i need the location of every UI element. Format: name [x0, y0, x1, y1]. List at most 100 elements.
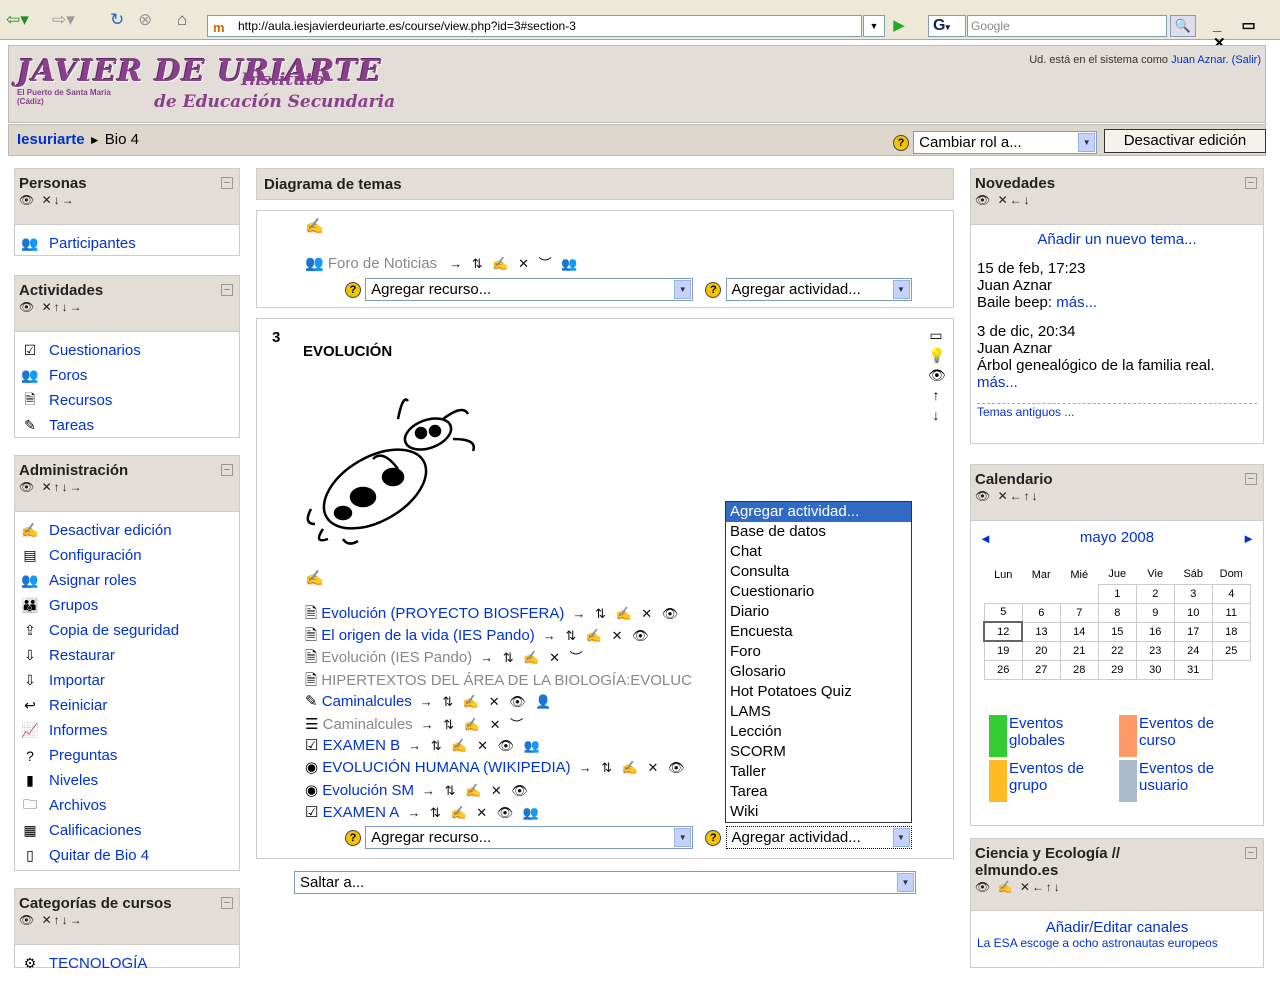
collapse-icon[interactable]: –	[1245, 177, 1257, 189]
dropdown-option[interactable]: Chat	[726, 542, 911, 562]
activity-link[interactable]: HIPERTEXTOS DEL ÁREA DE LA BIOLOGÍA:EVOL…	[321, 672, 692, 689]
collapse-icon[interactable]: –	[221, 177, 233, 189]
activity-link[interactable]: Evolución (IES Pando)	[321, 649, 472, 666]
block-item-label[interactable]: Niveles	[49, 772, 98, 789]
add-resource-select[interactable]: Agregar recurso... ▼	[365, 826, 694, 849]
block-item[interactable]: ✍ Desactivar edición	[19, 518, 235, 543]
calendar-day[interactable]: 3	[1173, 583, 1213, 604]
block-item-label[interactable]: Grupos	[49, 597, 98, 614]
next-month-icon[interactable]: ►	[1242, 531, 1255, 546]
block-item-label[interactable]: Desactivar edición	[49, 522, 172, 539]
block-item-label[interactable]: Reiniciar	[49, 697, 107, 714]
edit-summary-icon[interactable]: ✍	[305, 569, 324, 587]
block-item-label[interactable]: TECNOLOGÍA	[49, 955, 147, 972]
add-activity-select[interactable]: Agregar actividad... ▼	[725, 278, 912, 301]
calendar-day[interactable]: 29	[1097, 659, 1137, 680]
calendar-day[interactable]: 17	[1173, 621, 1213, 642]
legend-item[interactable]: Eventos globales	[989, 715, 1065, 757]
activity-controls[interactable]: → ⇅ ✍ ✕ 👁 👥	[408, 738, 543, 753]
activity-controls[interactable]: → ⇅ ✍ ✕ 👁	[572, 606, 681, 621]
dropdown-option[interactable]: Hot Potatoes Quiz	[726, 682, 911, 702]
activity-link[interactable]: EVOLUCIÓN HUMANA (WIKIPEDIA)	[322, 759, 570, 776]
activity-controls[interactable]: → ⇅ ✍ ✕ 👁 👤	[420, 694, 555, 709]
block-item[interactable]: 👥 Participantes	[19, 231, 235, 256]
dropdown-option[interactable]: SCORM	[726, 742, 911, 762]
legend-item[interactable]: Eventos de usuario	[1119, 760, 1214, 802]
legend-label-1[interactable]: Eventos de	[1139, 715, 1214, 732]
activity-controls[interactable]: → ⇅ ✍ ✕ 👁	[579, 760, 688, 775]
older-topics-link[interactable]: Temas antiguos ...	[977, 405, 1074, 419]
block-controls[interactable]: 👁 ✕↑↓→	[19, 480, 235, 494]
legend-label-2[interactable]: globales	[1009, 732, 1065, 749]
dropdown-option[interactable]: Cuestionario	[726, 582, 911, 602]
block-controls[interactable]: 👁 ✕←↑↓	[975, 489, 1259, 503]
block-item[interactable]: ▯ Quitar de Bio 4	[19, 843, 235, 868]
activity-link[interactable]: EXAMEN B	[323, 737, 401, 754]
legend-item[interactable]: Eventos de grupo	[989, 760, 1084, 802]
activity-link[interactable]: EXAMEN A	[323, 804, 400, 821]
block-item[interactable]: 🗎 Recursos	[19, 388, 235, 413]
block-item-label[interactable]: Quitar de Bio 4	[49, 847, 149, 864]
block-item[interactable]: 🗀 Archivos	[19, 793, 235, 818]
collapse-icon[interactable]: –	[221, 464, 233, 476]
reload-icon[interactable]: ↻	[110, 10, 124, 30]
block-item-label[interactable]: Copia de seguridad	[49, 622, 179, 639]
calendar-day[interactable]: 13	[1021, 621, 1061, 642]
dropdown-option[interactable]: Lección	[726, 722, 911, 742]
activity-link[interactable]: Evolución (PROYECTO BIOSFERA)	[321, 605, 564, 622]
more-link[interactable]: más...	[977, 374, 1018, 391]
block-item-label[interactable]: Calificaciones	[49, 822, 142, 839]
calendar-day[interactable]: 5	[983, 602, 1023, 623]
role-select[interactable]: Cambiar rol a... ▼	[913, 131, 1098, 154]
dropdown-option[interactable]: Encuesta	[726, 622, 911, 642]
calendar-day[interactable]: 20	[1021, 640, 1061, 661]
block-controls[interactable]: 👁 ✕↓→	[19, 193, 235, 207]
calendar-day[interactable]: 9	[1135, 602, 1175, 623]
calendar-day[interactable]: 1	[1097, 583, 1137, 604]
collapse-icon[interactable]: –	[221, 284, 233, 296]
calendar-day[interactable]: 15	[1097, 621, 1137, 642]
logout-link[interactable]: (Salir)	[1232, 54, 1261, 66]
block-item-label[interactable]: Tareas	[49, 417, 94, 434]
calendar-day[interactable]: 28	[1059, 659, 1099, 680]
user-link[interactable]: Juan Aznar.	[1171, 54, 1229, 66]
calendar-day[interactable]: 7	[1059, 602, 1099, 623]
google-search-input[interactable]: Google	[967, 15, 1167, 37]
legend-item[interactable]: Eventos de curso	[1119, 715, 1214, 757]
block-item-label[interactable]: Recursos	[49, 392, 112, 409]
help-icon[interactable]: ?	[893, 134, 909, 151]
calendar-day[interactable]: 22	[1097, 640, 1137, 661]
calendar-day[interactable]: 6	[1021, 602, 1061, 623]
eye-icon[interactable]: 👁	[928, 365, 946, 385]
activity-controls[interactable]: → ⇅ ✍ ✕ ︶ 👥	[449, 256, 580, 271]
calendar-day[interactable]: 21	[1059, 640, 1099, 661]
block-item[interactable]: ⇩ Restaurar	[19, 643, 235, 668]
activity-controls[interactable]: → ⇅ ✍ ✕ 👁 👥	[407, 805, 542, 820]
activity-link[interactable]: El origen de la vida (IES Pando)	[321, 627, 534, 644]
block-item[interactable]: ? Preguntas	[19, 743, 235, 768]
dropdown-option[interactable]: LAMS	[726, 702, 911, 722]
calendar-day[interactable]: 25	[1211, 640, 1251, 661]
block-item[interactable]: ✎ Tareas	[19, 413, 235, 438]
calendar-day[interactable]: 2	[1135, 583, 1175, 604]
edit-feeds-link[interactable]: Añadir/Editar canales	[1046, 919, 1189, 936]
block-item[interactable]: ▤ Configuración	[19, 543, 235, 568]
block-item-label[interactable]: Foros	[49, 367, 87, 384]
legend-label-2[interactable]: usuario	[1139, 777, 1214, 794]
dropdown-option[interactable]: Base de datos	[726, 522, 911, 542]
block-item-label[interactable]: Configuración	[49, 547, 142, 564]
help-icon[interactable]: ?	[345, 281, 361, 298]
show-only-icon[interactable]: ▭	[928, 325, 944, 345]
calendar-day[interactable]: 23	[1135, 640, 1175, 661]
help-icon[interactable]: ?	[345, 829, 361, 846]
help-icon[interactable]: ?	[705, 829, 722, 846]
jump-to-select[interactable]: Saltar a... ▼	[294, 871, 916, 894]
calendar-day[interactable]: 11	[1211, 602, 1251, 623]
dropdown-option[interactable]: Taller	[726, 762, 911, 782]
block-controls[interactable]: 👁 ✕↑↓→	[19, 913, 235, 927]
block-item-label[interactable]: Participantes	[49, 235, 136, 252]
collapse-icon[interactable]: –	[1245, 473, 1257, 485]
legend-label-1[interactable]: Eventos de	[1139, 760, 1214, 777]
collapse-icon[interactable]: –	[221, 897, 233, 909]
block-item[interactable]: 👥 Foros	[19, 363, 235, 388]
